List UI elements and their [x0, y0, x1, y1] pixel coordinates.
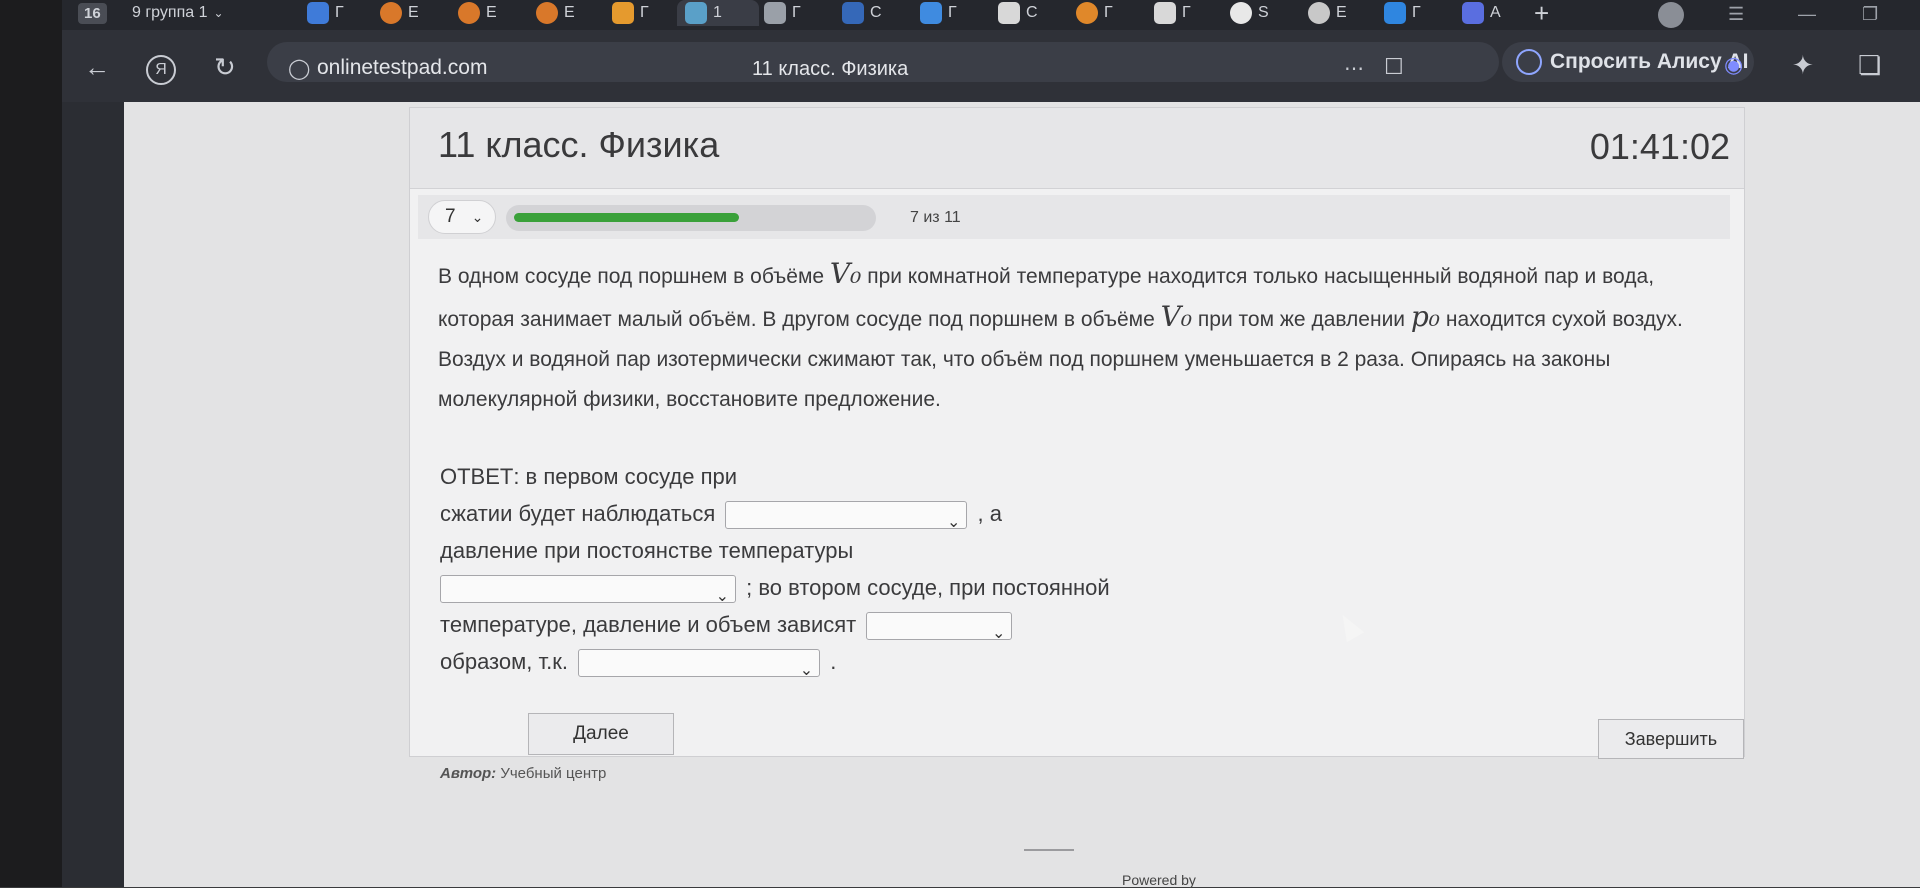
- tab-14[interactable]: Е: [1308, 0, 1347, 26]
- chevron-down-icon: ⌄: [471, 208, 484, 225]
- chat-icon: [920, 2, 942, 24]
- tab-11[interactable]: Г: [1076, 0, 1113, 26]
- author-label: Автор:: [440, 765, 497, 782]
- monitor-bezel: [0, 0, 62, 887]
- tab-group-label: 9 группа 1: [132, 4, 208, 21]
- math-p0: p₀: [1410, 300, 1441, 333]
- browser-window: 16 9 группа 1 ⌄ Г Е Е Е Г 1 Г С Г С Г Г …: [62, 0, 1920, 888]
- cube-icon: [1384, 2, 1406, 24]
- tab-2[interactable]: Е: [380, 0, 419, 26]
- test-card: 11 класс. Физика 01:41:02 7 ⌄ 7 из 11 В …: [409, 107, 1745, 759]
- link-icon: [1308, 2, 1330, 24]
- alice-button[interactable]: Спросить Алису AI: [1502, 42, 1754, 82]
- tab-16[interactable]: А: [1462, 0, 1501, 26]
- finish-button[interactable]: Завершить: [1598, 719, 1744, 759]
- divider: [1024, 849, 1074, 851]
- film-icon: [998, 2, 1020, 24]
- more-icon[interactable]: ⋯: [1344, 56, 1364, 81]
- site-icon: [380, 2, 402, 24]
- doc-icon: [764, 2, 786, 24]
- tab-4[interactable]: Е: [536, 0, 575, 26]
- alice-icon: [1516, 49, 1542, 75]
- profile-avatar[interactable]: [1658, 2, 1684, 33]
- question-text: В одном сосуде под поршнем в объёме V₀ п…: [438, 257, 1683, 411]
- v-icon: [1076, 2, 1098, 24]
- answer-line-4: ⌄ ; во втором сосуде, при постоянной: [440, 569, 1110, 606]
- plus-icon: +: [1534, 0, 1550, 28]
- math-v0: V₀: [1160, 300, 1193, 333]
- menu-icon[interactable]: ☰: [1728, 4, 1744, 25]
- address-page-title: 11 класс. Физика: [752, 58, 909, 80]
- alice-label: Спросить Алису AI: [1550, 50, 1749, 73]
- avatar-icon: [1658, 2, 1684, 28]
- tab-1[interactable]: Г: [307, 0, 344, 26]
- chevron-down-icon: ⌄: [715, 588, 729, 606]
- film-icon: [1154, 2, 1176, 24]
- site-icon: [458, 2, 480, 24]
- answer-line-6: образом, т.к. ⌄ .: [440, 643, 1110, 680]
- site-icon: [536, 2, 558, 24]
- sidebar-icon[interactable]: ❏: [1858, 50, 1881, 81]
- shield-icon: ◯: [288, 58, 311, 80]
- answer-line-1: ОТВЕТ: в первом сосуде при: [440, 464, 738, 489]
- answer-block: ОТВЕТ: в первом сосуде при сжатии будет …: [440, 458, 1110, 680]
- test-header: 11 класс. Физика 01:41:02: [410, 108, 1744, 189]
- tab-5[interactable]: Г: [612, 0, 649, 26]
- bird-icon: [842, 2, 864, 24]
- author-value: Учебный центр: [500, 765, 607, 782]
- tab-10[interactable]: С: [998, 0, 1038, 26]
- tab-7[interactable]: Г: [764, 0, 801, 26]
- author-line: Автор: Учебный центр: [440, 765, 606, 782]
- url-text[interactable]: onlinetestpad.com: [317, 56, 487, 80]
- tab-6-active[interactable]: 1: [677, 0, 759, 26]
- answer-dropdown-4[interactable]: ⌄: [578, 649, 821, 679]
- chevron-down-icon: ⌄: [799, 662, 814, 680]
- test-title: 11 класс. Физика: [438, 124, 720, 165]
- chevron-down-icon: ⌄: [213, 6, 224, 20]
- answer-line-2: сжатии будет наблюдаться ⌄ , а: [440, 495, 1110, 532]
- back-icon[interactable]: ←: [84, 52, 110, 83]
- tab-group[interactable]: 9 группа 1 ⌄: [132, 0, 224, 26]
- translate-icon[interactable]: ◉: [1724, 52, 1743, 78]
- answer-dropdown-2[interactable]: ⌄: [440, 575, 736, 605]
- tab-8[interactable]: С: [842, 0, 882, 26]
- tab-bar: 16 9 группа 1 ⌄ Г Е Е Е Г 1 Г С Г С Г Г …: [62, 0, 1920, 30]
- yandex-icon[interactable]: Я: [146, 50, 176, 85]
- powered-by: Powered by: [1122, 872, 1196, 888]
- tab-13[interactable]: Ѕ: [1230, 0, 1269, 26]
- progress-count: 7 из 11: [910, 209, 961, 226]
- link-icon: [1230, 2, 1252, 24]
- tab-3[interactable]: Е: [458, 0, 497, 26]
- restore-icon[interactable]: ❐: [1862, 4, 1878, 25]
- minimize-icon[interactable]: —: [1798, 4, 1816, 25]
- tab-15[interactable]: Г: [1384, 0, 1421, 26]
- tab-12[interactable]: Г: [1154, 0, 1191, 26]
- tab-9[interactable]: Г: [920, 0, 957, 26]
- math-v0: V₀: [829, 257, 862, 290]
- next-button[interactable]: Далее: [528, 713, 674, 755]
- timer: 01:41:02: [1589, 126, 1730, 167]
- progress-bar: [506, 205, 876, 231]
- answer-line-3: давление при постоянстве температуры: [440, 538, 854, 563]
- question-number: 7: [445, 206, 456, 227]
- answer-dropdown-3[interactable]: ⌄: [866, 612, 1013, 642]
- grid-icon: [1462, 2, 1484, 24]
- bookmark-icon[interactable]: ☐: [1384, 54, 1404, 80]
- extensions-icon[interactable]: ✦: [1792, 50, 1814, 81]
- page-content: 11 класс. Физика 01:41:02 7 ⌄ 7 из 11 В …: [124, 102, 1920, 888]
- envelope-icon: [612, 2, 634, 24]
- mail-icon: [307, 2, 329, 24]
- answer-dropdown-1[interactable]: ⌄: [725, 501, 968, 531]
- new-tab-button[interactable]: +: [1534, 0, 1550, 28]
- progress-fill: [514, 213, 739, 222]
- reload-icon[interactable]: ↻: [214, 52, 236, 83]
- question-selector[interactable]: 7 ⌄: [428, 200, 496, 234]
- progress-row: 7 ⌄ 7 из 11: [418, 195, 1730, 239]
- answer-line-5: температуре, давление и объем зависят ⌄: [440, 606, 1110, 643]
- chevron-down-icon: ⌄: [991, 625, 1006, 643]
- bird-icon: [685, 2, 707, 24]
- chevron-down-icon: ⌄: [947, 514, 961, 532]
- tab-count-badge[interactable]: 16: [78, 0, 107, 26]
